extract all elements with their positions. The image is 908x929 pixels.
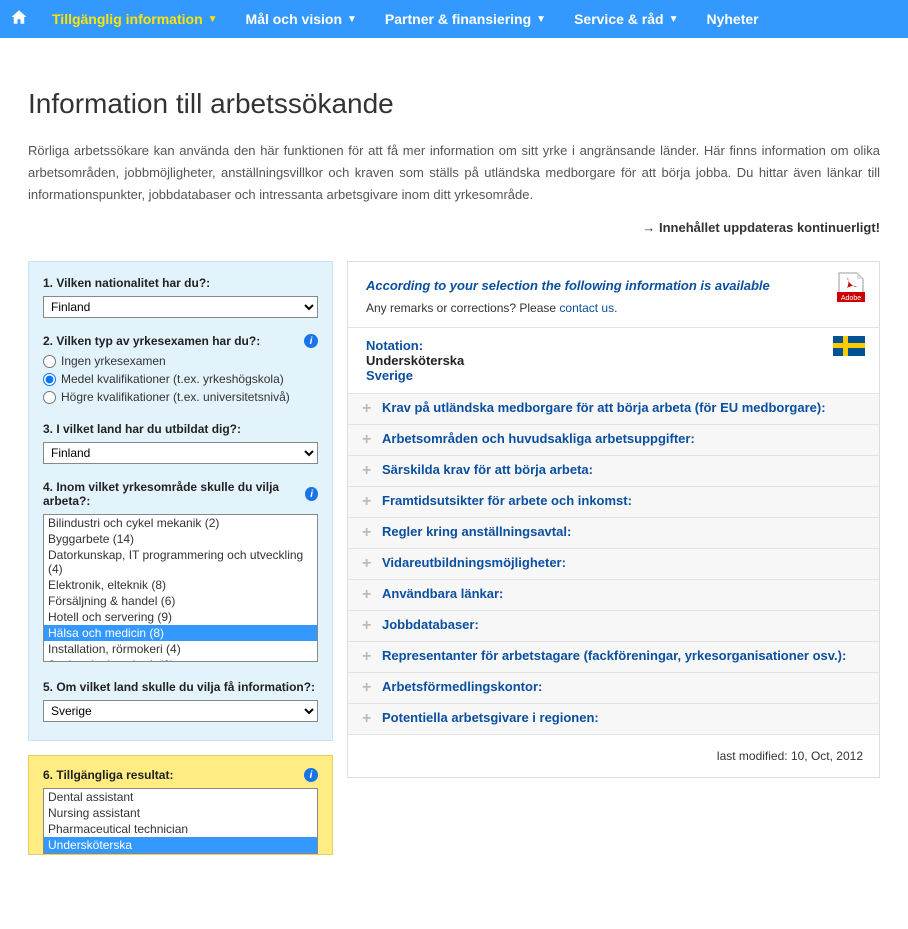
accordion-item[interactable]: +Arbetsförmedlingskontor: [348,672,879,703]
nav-item[interactable]: Partner & finansiering▼ [371,0,560,38]
expand-icon: + [362,679,382,697]
qualification-radio[interactable]: Medel kvalifikationer (t.ex. yrkeshögsko… [43,372,318,386]
available-heading: According to your selection the followin… [366,278,861,293]
accordion-title: Jobbdatabaser: [382,617,479,632]
list-item[interactable]: Elektronik, elteknik (8) [44,577,317,593]
expand-icon: + [362,586,382,604]
accordion-title: Arbetsområden och huvudsakliga arbetsupp… [382,431,695,446]
accordion-title: Arbetsförmedlingskontor: [382,679,542,694]
chevron-down-icon: ▼ [347,14,357,25]
result-item[interactable]: Dental assistant [44,789,317,805]
radio-input[interactable] [43,391,56,404]
accordion-title: Vidareutbildningsmöjligheter: [382,555,566,570]
nav-item[interactable]: Service & råd▼ [560,0,692,38]
accordion-item[interactable]: +Potentiella arbetsgivare i regionen: [348,703,879,734]
notation-value: Undersköterska [366,353,861,368]
q2-label: 2. Vilken typ av yrkesexamen har du?: i [43,334,318,348]
results-box: 6. Tillgängliga resultat: i Dental assis… [28,755,333,855]
info-icon[interactable]: i [305,487,318,501]
list-item[interactable]: Hotell och servering (9) [44,609,317,625]
accordion-item[interactable]: +Vidareutbildningsmöjligheter: [348,548,879,579]
remarks-text: Any remarks or corrections? Please conta… [366,301,861,315]
accordion-item[interactable]: +Krav på utländska medborgare för att bö… [348,393,879,424]
accordion-title: Användbara länkar: [382,586,503,601]
filter-box: 1. Vilken nationalitet har du?: Finland … [28,261,333,741]
list-item[interactable]: Försäljning & handel (6) [44,593,317,609]
expand-icon: + [362,431,382,449]
expand-icon: + [362,555,382,573]
chevron-down-icon: ▼ [536,14,546,25]
update-note: → Innehållet uppdateras kontinuerligt! [28,220,880,235]
info-icon[interactable]: i [304,334,318,348]
q5-label: 5. Om vilket land skulle du vilja få inf… [43,680,318,694]
education-country-select[interactable]: Finland [43,442,318,464]
qualification-radio[interactable]: Högre kvalifikationer (t.ex. universitet… [43,390,318,404]
q4-label: 4. Inom vilket yrkesområde skulle du vil… [43,480,318,508]
expand-icon: + [362,648,382,666]
q3-label: 3. I vilket land har du utbildat dig?: [43,422,318,436]
contact-link[interactable]: contact us [559,301,614,315]
info-country-select[interactable]: Sverige [43,700,318,722]
radio-input[interactable] [43,373,56,386]
list-item[interactable]: Installation, rörmokeri (4) [44,641,317,657]
detail-panel: According to your selection the followin… [347,261,880,778]
accordion-title: Representanter för arbetstagare (fackför… [382,648,846,663]
accordion-title: Framtidsutsikter för arbete och inkomst: [382,493,632,508]
accordion-item[interactable]: +Framtidsutsikter för arbete och inkomst… [348,486,879,517]
top-nav: Tillgänglig information▼Mål och vision▼P… [0,0,908,38]
results-listbox[interactable]: Dental assistantNursing assistantPharmac… [43,788,318,854]
notation-label: Notation: [366,338,861,353]
expand-icon: + [362,524,382,542]
accordion-title: Särskilda krav för att börja arbeta: [382,462,593,477]
accordion-item[interactable]: +Särskilda krav för att börja arbeta: [348,455,879,486]
chevron-down-icon: ▼ [669,14,679,25]
notation-country: Sverige [366,368,861,383]
accordion-item[interactable]: +Arbetsområden och huvudsakliga arbetsup… [348,424,879,455]
nav-item[interactable]: Tillgänglig information▼ [38,0,232,38]
expand-icon: + [362,617,382,635]
result-item[interactable]: Pharmaceutical technician [44,821,317,837]
last-modified: last modified: 10, Oct, 2012 [348,734,879,777]
sweden-flag-icon [833,336,865,356]
list-item[interactable]: Datorkunskap, IT programmering och utvec… [44,547,317,577]
expand-icon: + [362,400,382,418]
info-icon[interactable]: i [304,768,318,782]
list-item[interactable]: Byggarbete (14) [44,531,317,547]
home-icon[interactable] [10,8,28,31]
nav-item[interactable]: Mål och vision▼ [232,0,371,38]
svg-text:Adobe: Adobe [841,295,861,302]
nav-item[interactable]: Nyheter [692,0,772,38]
page-content: Information till arbetssökande Rörliga a… [0,38,908,875]
chevron-down-icon: ▼ [208,14,218,25]
expand-icon: + [362,493,382,511]
occupation-listbox[interactable]: Bilindustri och cykel mekanik (2)Byggarb… [43,514,318,662]
accordion-title: Krav på utländska medborgare för att bör… [382,400,826,415]
nationality-select[interactable]: Finland [43,296,318,318]
expand-icon: + [362,462,382,480]
expand-icon: + [362,710,382,728]
page-title: Information till arbetssökande [28,88,880,120]
intro-text: Rörliga arbetssökare kan använda den här… [28,140,880,206]
accordion-item[interactable]: +Jobbdatabaser: [348,610,879,641]
q6-label: 6. Tillgängliga resultat: i [43,768,318,782]
notation-block: Notation: Undersköterska Sverige [348,327,879,393]
q1-label: 1. Vilken nationalitet har du?: [43,276,318,290]
accordion-title: Potentiella arbetsgivare i regionen: [382,710,599,725]
radio-input[interactable] [43,355,56,368]
list-item[interactable]: Bilindustri och cykel mekanik (2) [44,515,317,531]
list-item[interactable]: Hälsa och medicin (8) [44,625,317,641]
filter-column: 1. Vilken nationalitet har du?: Finland … [28,261,333,855]
accordion-item[interactable]: +Representanter för arbetstagare (fackfö… [348,641,879,672]
accordion-item[interactable]: +Användbara länkar: [348,579,879,610]
result-item[interactable]: Nursing assistant [44,805,317,821]
pdf-icon[interactable]: Adobe [837,272,865,302]
accordion-title: Regler kring anställningsavtal: [382,524,571,539]
qualification-radio[interactable]: Ingen yrkesexamen [43,354,318,368]
result-item[interactable]: Undersköterska [44,837,317,853]
accordion-item[interactable]: +Regler kring anställningsavtal: [348,517,879,548]
